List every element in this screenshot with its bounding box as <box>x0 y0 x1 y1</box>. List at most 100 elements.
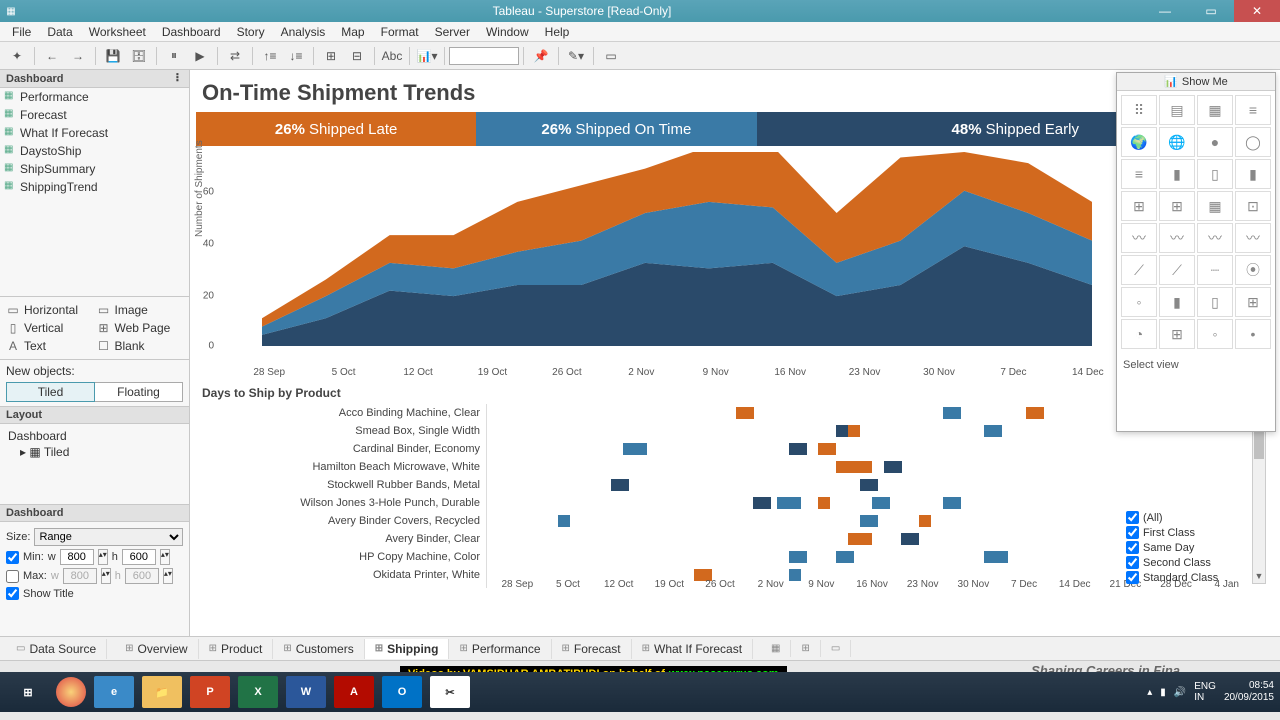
word-icon[interactable]: W <box>286 676 326 708</box>
gantt-bar[interactable] <box>884 461 902 473</box>
min-w-spin[interactable]: ▴▾ <box>98 549 108 565</box>
tab-product[interactable]: ⊞Product <box>199 639 274 659</box>
tab-whatifforecast[interactable]: ⊞What If Forecast <box>632 639 753 659</box>
showme-viztype[interactable]: ● <box>1197 127 1233 157</box>
close-button[interactable]: ✕ <box>1234 0 1280 22</box>
gantt-bar[interactable] <box>753 497 771 509</box>
min-w-input[interactable] <box>60 549 94 565</box>
tiled-toggle[interactable]: Tiled <box>6 382 95 402</box>
gantt-bar[interactable] <box>1026 407 1044 419</box>
showme-viztype[interactable]: ≡ <box>1121 159 1157 189</box>
clock[interactable]: 08:5420/09/2015 <box>1224 680 1274 704</box>
showme-viztype[interactable]: ⊞ <box>1159 191 1195 221</box>
showme-viztype[interactable]: ▤ <box>1159 95 1195 125</box>
gantt-bar[interactable] <box>943 497 961 509</box>
menu-analysis[interactable]: Analysis <box>273 23 334 41</box>
object-text[interactable]: AText <box>6 339 93 353</box>
highlight-button[interactable]: ✎▾ <box>564 44 588 68</box>
datasource-button[interactable]: 🗄 <box>127 44 151 68</box>
area-chart[interactable]: Number of Shipments 6040200 28 Sep5 Oct1… <box>196 152 1274 362</box>
chrome-icon[interactable] <box>56 677 86 707</box>
showme-viztype[interactable]: 〰 <box>1121 223 1157 253</box>
sort-asc-button[interactable]: ↑≡ <box>258 44 282 68</box>
showtitle-checkbox[interactable] <box>6 587 19 600</box>
gantt-chart[interactable]: Acco Binding Machine, ClearSmead Box, Si… <box>196 404 1266 588</box>
gantt-bar[interactable] <box>919 515 931 527</box>
object-horizontal[interactable]: ▭Horizontal <box>6 303 93 317</box>
showme-viztype[interactable]: ≡ <box>1235 95 1271 125</box>
showme-viztype[interactable]: ┈ <box>1197 255 1233 285</box>
showme-viztype[interactable]: ▯ <box>1197 159 1233 189</box>
max-checkbox[interactable] <box>6 570 19 583</box>
sheet-shippingtrend[interactable]: ShippingTrend <box>0 178 189 196</box>
min-h-input[interactable] <box>122 549 156 565</box>
gantt-bar[interactable] <box>860 479 878 491</box>
showme-viztype[interactable]: 〰 <box>1197 223 1233 253</box>
save-button[interactable]: 💾 <box>101 44 125 68</box>
menu-help[interactable]: Help <box>537 23 578 41</box>
filter-all[interactable]: (All) <box>1126 510 1266 525</box>
menu-file[interactable]: File <box>4 23 39 41</box>
excel-icon[interactable]: X <box>238 676 278 708</box>
viewtype-button[interactable]: 📊▾ <box>415 44 439 68</box>
run-button[interactable]: ▶ <box>188 44 212 68</box>
showme-viztype[interactable]: ◯ <box>1235 127 1271 157</box>
tab-datasource[interactable]: ▭Data Source <box>6 639 107 659</box>
tab-shipping[interactable]: ⊞Shipping <box>365 639 450 659</box>
showme-viztype[interactable]: 🌍 <box>1121 127 1157 157</box>
gantt-bar[interactable] <box>984 425 1002 437</box>
tab-forecast[interactable]: ⊞Forecast <box>552 639 632 659</box>
new-dashboard-button[interactable]: ⊞ <box>791 640 820 657</box>
explorer-icon[interactable]: 📁 <box>142 676 182 708</box>
gantt-bar[interactable] <box>836 461 872 473</box>
showme-viztype[interactable]: ⊡ <box>1235 191 1271 221</box>
kpi-late[interactable]: 26%Shipped Late <box>196 112 476 146</box>
gantt-bar[interactable] <box>818 497 830 509</box>
fit-dropdown[interactable] <box>449 47 519 65</box>
tray-net-icon[interactable]: ▮ <box>1160 687 1166 698</box>
sheet-whatifforecast[interactable]: What If Forecast <box>0 124 189 142</box>
menu-worksheet[interactable]: Worksheet <box>81 23 154 41</box>
forward-button[interactable]: → <box>66 44 90 68</box>
autoupdate-button[interactable]: ⏸ <box>162 44 186 68</box>
lang-indicator[interactable]: ENGIN <box>1194 681 1216 703</box>
acrobat-icon[interactable]: A <box>334 676 374 708</box>
sheet-forecast[interactable]: Forecast <box>0 106 189 124</box>
tab-performance[interactable]: ⊞Performance <box>449 639 551 659</box>
tray-vol-icon[interactable]: 🔊 <box>1174 687 1186 698</box>
tab-customers[interactable]: ⊞Customers <box>273 639 364 659</box>
menu-dashboard[interactable]: Dashboard <box>154 23 229 41</box>
swap-button[interactable]: ⇄ <box>223 44 247 68</box>
showme-viztype[interactable]: • <box>1235 319 1271 349</box>
gantt-bar[interactable] <box>611 479 629 491</box>
pin-button[interactable]: 📌 <box>529 44 553 68</box>
showme-viztype[interactable]: ⟋ <box>1121 255 1157 285</box>
panel-menu-icon[interactable]: ⠇ <box>175 72 183 85</box>
gantt-bar[interactable] <box>777 497 801 509</box>
minimize-button[interactable]: — <box>1142 0 1188 22</box>
ie-icon[interactable]: e <box>94 676 134 708</box>
back-button[interactable]: ← <box>40 44 64 68</box>
showme-viztype[interactable]: ◔ <box>1121 319 1157 349</box>
group2-button[interactable]: ⊟ <box>345 44 369 68</box>
new-worksheet-button[interactable]: ▦ <box>761 640 791 657</box>
showme-header[interactable]: 📊 Show Me <box>1117 73 1275 91</box>
menu-server[interactable]: Server <box>427 23 478 41</box>
showme-viztype[interactable]: ▮ <box>1159 287 1195 317</box>
showme-viztype[interactable]: ▦ <box>1197 191 1233 221</box>
layout-root[interactable]: Dashboard <box>6 428 183 444</box>
showme-viztype[interactable]: ◦ <box>1121 287 1157 317</box>
menu-format[interactable]: Format <box>373 23 427 41</box>
gantt-bar[interactable] <box>818 443 836 455</box>
maximize-button[interactable]: ▭ <box>1188 0 1234 22</box>
menu-window[interactable]: Window <box>478 23 537 41</box>
new-story-button[interactable]: ▭ <box>821 640 851 657</box>
showme-viztype[interactable]: ⊞ <box>1159 319 1195 349</box>
object-webpage[interactable]: ⊞Web Page <box>97 321 184 335</box>
presentation-button[interactable]: ▭ <box>599 44 623 68</box>
sort-desc-button[interactable]: ↓≡ <box>284 44 308 68</box>
gantt-bar[interactable] <box>872 497 890 509</box>
showme-viztype[interactable]: ◦ <box>1197 319 1233 349</box>
gantt-bar[interactable] <box>558 515 570 527</box>
filter-firstclass[interactable]: First Class <box>1126 525 1266 540</box>
